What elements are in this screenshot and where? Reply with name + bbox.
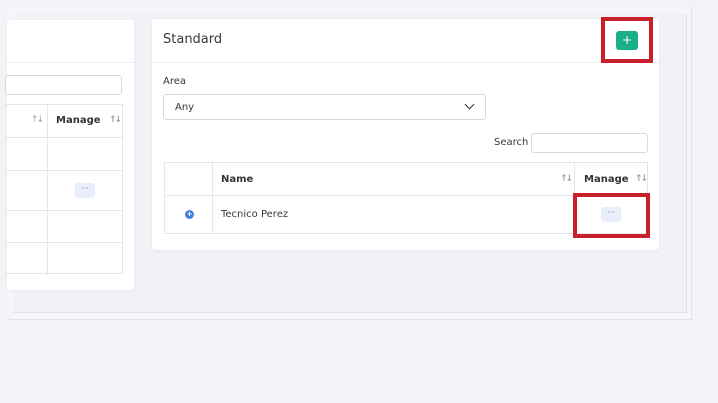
add-button-highlight [601, 17, 653, 63]
sort-arrows-icon: ↑↓ [31, 115, 44, 125]
left-row-2-cell [5, 171, 48, 211]
row-name-cell: Tecnico Perez [213, 196, 575, 234]
left-row-4-cell [5, 243, 48, 275]
manage-button-highlight [573, 193, 650, 238]
left-row-3-cell [5, 211, 48, 243]
area-select[interactable]: Any [163, 94, 486, 120]
left-col-header-1[interactable]: ↑↓ [5, 105, 48, 138]
col-header-manage[interactable]: Manage ↑↓ [575, 163, 648, 196]
left-row-2-manage-button[interactable]: ··· [75, 183, 95, 198]
sort-arrows-icon: ↑↓ [635, 174, 648, 184]
standard-card-header: Standard [152, 19, 659, 63]
name-header-label: Name [221, 174, 254, 185]
sort-arrows-icon: ↑↓ [560, 174, 573, 184]
chevron-down-icon [464, 99, 475, 110]
row-detail-cell: + [165, 196, 213, 234]
left-row-2-manage: ··· [48, 171, 122, 211]
search-label: Search [494, 137, 529, 148]
card-title: Standard [163, 32, 223, 47]
left-manage-header-label: Manage [56, 115, 101, 126]
info-circle-icon[interactable]: + [185, 210, 194, 219]
left-col-header-manage[interactable]: Manage ↑↓ [48, 105, 122, 138]
left-search-input[interactable] [5, 75, 122, 95]
left-row-1-cell [5, 138, 48, 171]
left-row-1-manage [48, 138, 122, 171]
left-table: ↑↓ Manage ↑↓ ··· [5, 104, 123, 275]
search-input[interactable] [531, 133, 648, 153]
col-header-name[interactable]: Name ↑↓ [213, 163, 575, 196]
manage-header-label: Manage [584, 174, 629, 185]
sort-arrows-icon: ↑↓ [109, 115, 122, 125]
area-label: Area [163, 76, 187, 87]
left-card: ↑↓ Manage ↑↓ ··· [5, 20, 134, 290]
detail-col-header [165, 163, 213, 196]
left-row-4-manage [48, 243, 122, 275]
area-select-value: Any [175, 102, 195, 113]
left-card-header [7, 20, 134, 63]
row-name: Tecnico Perez [221, 209, 289, 220]
left-row-3-manage [48, 211, 122, 243]
